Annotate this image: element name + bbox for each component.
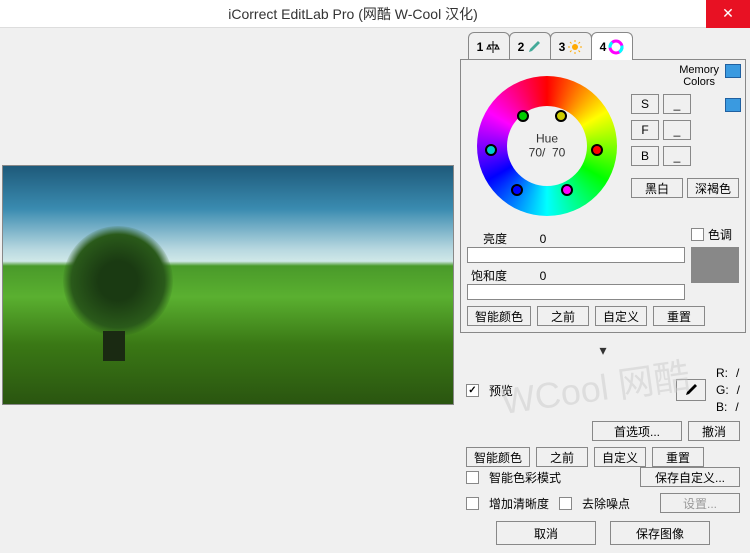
custom-button[interactable]: 自定义 bbox=[595, 306, 647, 326]
smart-mode-checkbox[interactable] bbox=[466, 471, 479, 484]
reset-button[interactable]: 重置 bbox=[653, 306, 705, 326]
tint-swatch[interactable] bbox=[691, 247, 739, 283]
b-dash-button[interactable]: _ bbox=[663, 146, 691, 166]
denoise-label: 去除噪点 bbox=[582, 495, 630, 512]
eyedropper-icon bbox=[683, 382, 699, 398]
bw-button[interactable]: 黑白 bbox=[631, 178, 683, 198]
f-button[interactable]: F bbox=[631, 120, 659, 140]
arrow-down-icon: ▾ bbox=[599, 342, 606, 359]
marker-red[interactable] bbox=[591, 144, 603, 156]
tint-label: 色调 bbox=[708, 226, 732, 243]
brightness-value: 0 bbox=[513, 232, 573, 246]
s-button[interactable]: S bbox=[631, 94, 659, 114]
denoise-checkbox[interactable] bbox=[559, 497, 572, 510]
sharpen-checkbox[interactable] bbox=[466, 497, 479, 510]
sharpen-label: 增加清晰度 bbox=[489, 495, 549, 512]
smart-color-button-2[interactable]: 智能颜色 bbox=[466, 447, 530, 467]
eyedropper-button[interactable] bbox=[676, 379, 706, 401]
tab-2[interactable]: 2 bbox=[509, 32, 551, 60]
marker-blue[interactable] bbox=[511, 184, 523, 196]
tab-2-num: 2 bbox=[518, 40, 525, 54]
hue-label: Hue bbox=[529, 132, 566, 146]
marker-yellow[interactable] bbox=[555, 110, 567, 122]
hue-readout: Hue 70/ 70 bbox=[529, 132, 566, 161]
hue-left: 70/ bbox=[529, 146, 546, 160]
tint-checkbox[interactable] bbox=[691, 228, 704, 241]
tab-3-num: 3 bbox=[559, 40, 566, 54]
marker-magenta[interactable] bbox=[561, 184, 573, 196]
before-button[interactable]: 之前 bbox=[537, 306, 589, 326]
help-icon[interactable] bbox=[725, 64, 741, 78]
tab-4-num: 4 bbox=[600, 40, 607, 54]
marker-green[interactable] bbox=[517, 110, 529, 122]
s-dash-button[interactable]: _ bbox=[663, 94, 691, 114]
before-button-2[interactable]: 之前 bbox=[536, 447, 588, 467]
undo-button[interactable]: 撤消 bbox=[688, 421, 740, 441]
color-wheel-icon bbox=[608, 39, 624, 55]
close-button[interactable]: ✕ bbox=[706, 0, 750, 28]
sepia-button[interactable]: 深褐色 bbox=[687, 178, 739, 198]
custom-button-2[interactable]: 自定义 bbox=[594, 447, 646, 467]
memory-colors-label: Memory Colors bbox=[679, 64, 719, 88]
tab-4[interactable]: 4 bbox=[591, 32, 633, 60]
f-dash-button[interactable]: _ bbox=[663, 120, 691, 140]
saturation-value: 0 bbox=[513, 269, 573, 283]
color-panel: Memory Colors Hue 70/ 70 bbox=[460, 59, 746, 333]
settings-button[interactable]: 设置... bbox=[660, 493, 740, 513]
rgb-readout: R:/ G:/ B:/ bbox=[716, 365, 740, 415]
brightness-icon bbox=[567, 39, 583, 55]
preview-checkbox[interactable] bbox=[466, 384, 479, 397]
hue-right: 70 bbox=[552, 146, 565, 160]
eyedropper-icon bbox=[526, 39, 542, 55]
smart-color-button[interactable]: 智能颜色 bbox=[467, 306, 531, 326]
tab-1-num: 1 bbox=[477, 40, 484, 54]
tab-3[interactable]: 3 bbox=[550, 32, 592, 60]
window-title: iCorrect EditLab Pro (网酷 W-Cool 汉化) bbox=[0, 4, 706, 24]
preview-label: 预览 bbox=[489, 382, 513, 399]
smart-mode-label: 智能色彩模式 bbox=[489, 469, 561, 486]
saturation-slider[interactable] bbox=[467, 284, 685, 300]
reset-button-2[interactable]: 重置 bbox=[652, 447, 704, 467]
expand-icon[interactable] bbox=[725, 98, 741, 112]
brightness-label: 亮度 bbox=[467, 230, 507, 247]
tab-1[interactable]: 1 bbox=[468, 32, 510, 60]
preferences-button[interactable]: 首选项... bbox=[592, 421, 682, 441]
preview-image bbox=[2, 165, 454, 405]
balance-icon bbox=[485, 39, 501, 55]
marker-cyan[interactable] bbox=[485, 144, 497, 156]
b-button[interactable]: B bbox=[631, 146, 659, 166]
saturation-label: 饱和度 bbox=[467, 267, 507, 284]
save-custom-button[interactable]: 保存自定义... bbox=[640, 467, 740, 487]
brightness-slider[interactable] bbox=[467, 247, 685, 263]
